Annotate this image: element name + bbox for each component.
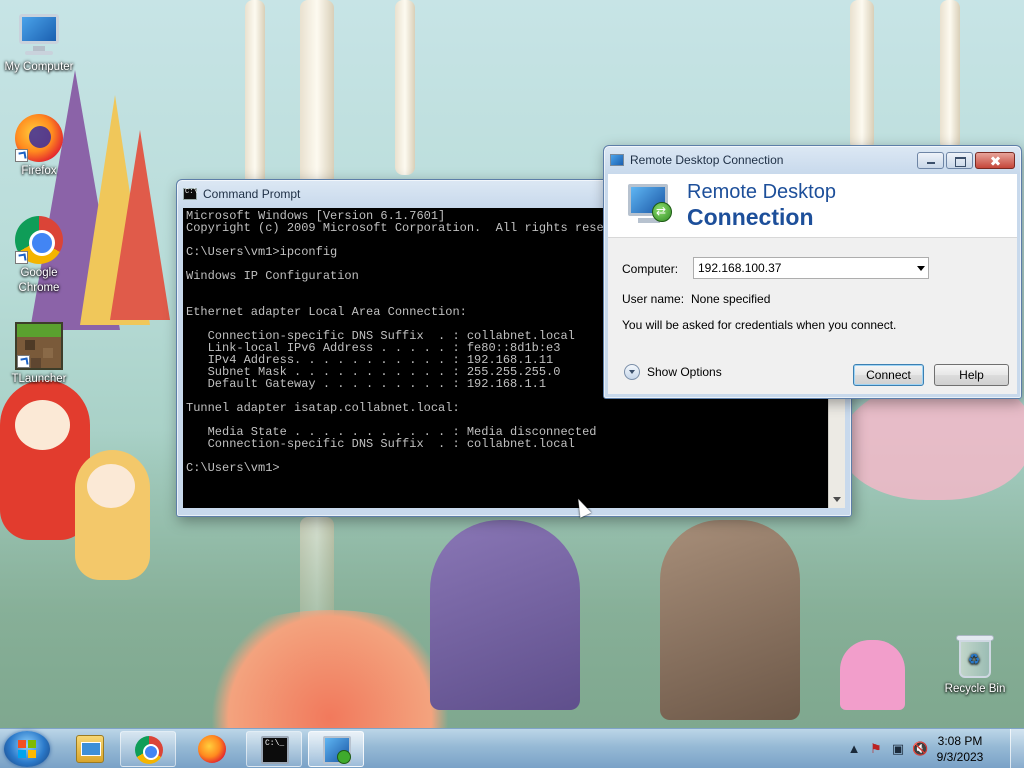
chrome-icon — [135, 736, 163, 764]
show-hidden-icons-chevron-icon[interactable]: ▲ — [846, 741, 862, 757]
banner-title-line2: Connection — [687, 204, 814, 230]
taskbar-remote-desktop[interactable] — [308, 731, 364, 767]
remote-desktop-body: Remote Desktop Connection Computer: 192.… — [608, 174, 1017, 394]
console-line: Connection-specific DNS Suffix . : colla… — [186, 437, 575, 451]
wallpaper-tree-trunk — [245, 0, 265, 190]
desktop-icon-label: Firefox — [21, 165, 57, 177]
desktop-icon-recycle-bin[interactable]: ♻ Recycle Bin — [937, 632, 1013, 697]
desktop-icon-label: TLauncher — [11, 373, 67, 385]
remote-desktop-logo-icon — [626, 182, 680, 230]
taskbar-explorer[interactable] — [62, 731, 118, 767]
computer-icon — [15, 10, 63, 58]
window-controls — [917, 152, 1015, 169]
desktop-icon-my-computer[interactable]: My Computer — [1, 10, 77, 75]
command-prompt-icon — [183, 188, 198, 200]
windows-logo-icon — [18, 740, 36, 758]
computer-combobox[interactable]: 192.168.100.37 — [693, 257, 929, 279]
wallpaper-character — [660, 520, 800, 720]
username-value: None specified — [691, 292, 771, 306]
firefox-icon — [198, 735, 226, 763]
show-options-toggle[interactable]: Show Options — [624, 364, 722, 380]
console-line: Tunnel adapter isatap.collabnet.local: — [186, 401, 460, 415]
show-desktop-button[interactable] — [1010, 729, 1024, 768]
credentials-note: You will be asked for credentials when y… — [622, 318, 897, 332]
shortcut-arrow-icon — [17, 355, 30, 368]
clock[interactable]: 3:08 PM 9/3/2023 — [920, 733, 1000, 765]
taskbar-firefox[interactable] — [184, 731, 240, 767]
remote-desktop-banner: Remote Desktop Connection — [608, 174, 1017, 238]
window-title: Command Prompt — [203, 187, 301, 201]
firefox-icon — [15, 114, 63, 162]
recycle-bin-icon: ♻ — [955, 632, 995, 680]
explorer-icon — [76, 735, 104, 763]
taskbar-chrome[interactable] — [120, 731, 176, 767]
shortcut-arrow-icon — [15, 149, 28, 162]
wallpaper-flower — [200, 610, 460, 728]
wallpaper-tree-trunk — [850, 0, 874, 150]
start-button[interactable] — [4, 731, 50, 767]
command-prompt-icon — [261, 736, 289, 764]
computer-label: Computer: — [622, 262, 679, 276]
remote-desktop-icon — [610, 154, 624, 166]
desktop-icon-label: Recycle Bin — [944, 683, 1006, 695]
wallpaper-character — [430, 520, 580, 710]
desktop-icon-label: My Computer — [4, 61, 74, 73]
minimize-button[interactable] — [917, 152, 944, 169]
wallpaper-cupcake — [840, 640, 905, 710]
desktop-icon-firefox[interactable]: Firefox — [1, 114, 77, 179]
desktop-icon-label: Google Chrome — [18, 267, 60, 294]
desktop-icon-google-chrome[interactable]: Google Chrome — [1, 216, 77, 296]
maximize-button[interactable] — [946, 152, 973, 169]
action-center-flag-icon[interactable]: ⚑ — [868, 741, 884, 757]
computer-value: 192.168.100.37 — [698, 261, 782, 275]
window-title: Remote Desktop Connection — [630, 153, 784, 167]
tlauncher-icon — [15, 322, 63, 370]
shortcut-arrow-icon — [15, 251, 28, 264]
username-label: User name: — [622, 292, 685, 306]
remote-desktop-icon — [323, 736, 351, 764]
wallpaper-doll — [75, 450, 150, 580]
connect-button[interactable]: Connect — [853, 364, 924, 386]
chevron-down-icon[interactable] — [917, 266, 925, 271]
taskbar: ▲ ⚑ ▣ 🔇 3:08 PM 9/3/2023 — [0, 728, 1024, 768]
console-line: C:\Users\vm1> — [186, 461, 280, 475]
scroll-down-arrow-icon[interactable] — [833, 497, 841, 502]
wallpaper-tree-trunk — [395, 0, 415, 175]
chrome-icon — [15, 216, 63, 264]
help-button[interactable]: Help — [934, 364, 1009, 386]
clock-date: 9/3/2023 — [936, 750, 984, 764]
network-icon[interactable]: ▣ — [890, 741, 906, 757]
clock-time: 3:08 PM — [937, 734, 983, 748]
remote-desktop-window[interactable]: Remote Desktop Connection Remote Desktop… — [603, 145, 1022, 399]
close-button[interactable] — [975, 152, 1015, 169]
banner-title-line1: Remote Desktop — [687, 181, 836, 203]
taskbar-command-prompt[interactable] — [246, 731, 302, 767]
wallpaper-mountain — [110, 130, 170, 320]
wallpaper-tree-trunk — [940, 0, 960, 150]
expand-circle-icon — [624, 364, 640, 380]
desktop-icon-tlauncher[interactable]: TLauncher — [1, 322, 77, 387]
show-options-label: Show Options — [647, 365, 722, 379]
